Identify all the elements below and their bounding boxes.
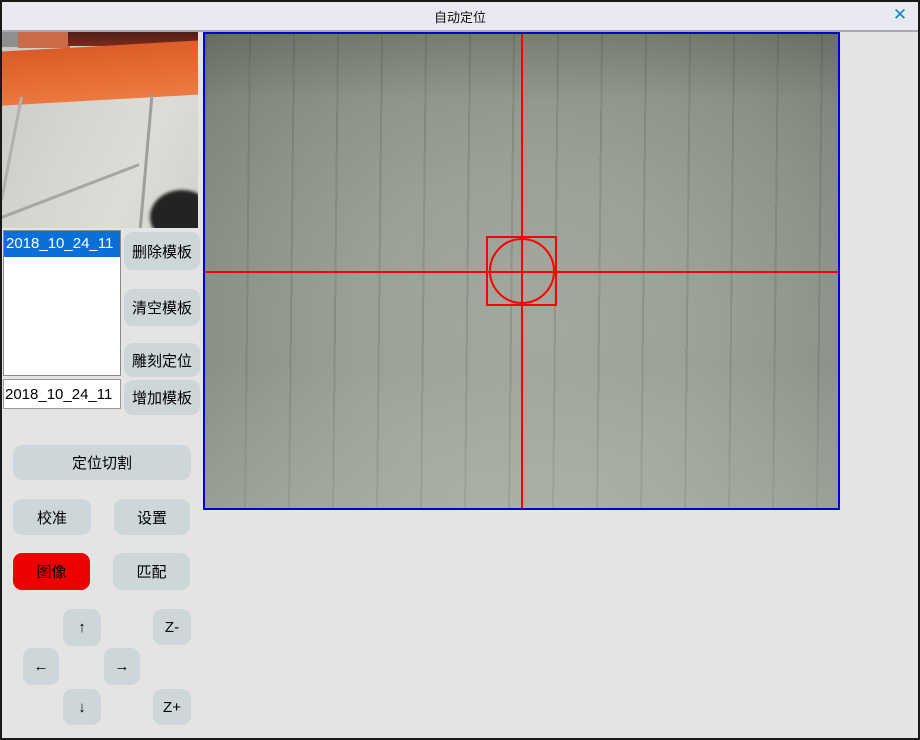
jog-right-button[interactable]: → xyxy=(104,648,140,685)
template-thumbnail xyxy=(2,32,198,228)
thumbnail-orange-patch xyxy=(18,32,70,48)
jog-down-button[interactable]: ↓ xyxy=(63,689,101,725)
thumbnail-grout-line xyxy=(2,163,140,220)
target-circle-marker xyxy=(489,238,555,304)
camera-view xyxy=(203,32,840,510)
thumbnail-dark-object xyxy=(150,190,198,228)
thumbnail-orange-beam xyxy=(2,40,198,106)
jog-left-button[interactable]: ← xyxy=(23,648,59,685)
add-template-button[interactable]: 增加模板 xyxy=(124,380,200,415)
calibrate-button[interactable]: 校准 xyxy=(13,499,91,535)
engrave-position-button[interactable]: 雕刻定位 xyxy=(124,343,200,377)
jog-up-button[interactable]: ↑ xyxy=(63,609,101,646)
settings-button[interactable]: 设置 xyxy=(114,499,190,535)
z-plus-button[interactable]: Z+ xyxy=(153,689,191,725)
close-icon[interactable]: ✕ xyxy=(889,4,911,26)
thumbnail-grout-line xyxy=(2,97,23,201)
title-bar: 自动定位 xyxy=(2,2,918,32)
clear-templates-button[interactable]: 清空模板 xyxy=(124,289,200,326)
position-cut-button[interactable]: 定位切割 xyxy=(13,445,191,480)
delete-template-button[interactable]: 删除模板 xyxy=(124,232,200,270)
image-button[interactable]: 图像 xyxy=(13,553,90,590)
match-button[interactable]: 匹配 xyxy=(113,553,190,590)
template-list-item[interactable]: 2018_10_24_11 xyxy=(4,231,120,257)
window-title: 自动定位 xyxy=(434,7,486,26)
z-minus-button[interactable]: Z- xyxy=(153,609,191,645)
template-name-input[interactable] xyxy=(3,379,121,409)
template-list[interactable]: 2018_10_24_11 xyxy=(3,230,121,376)
